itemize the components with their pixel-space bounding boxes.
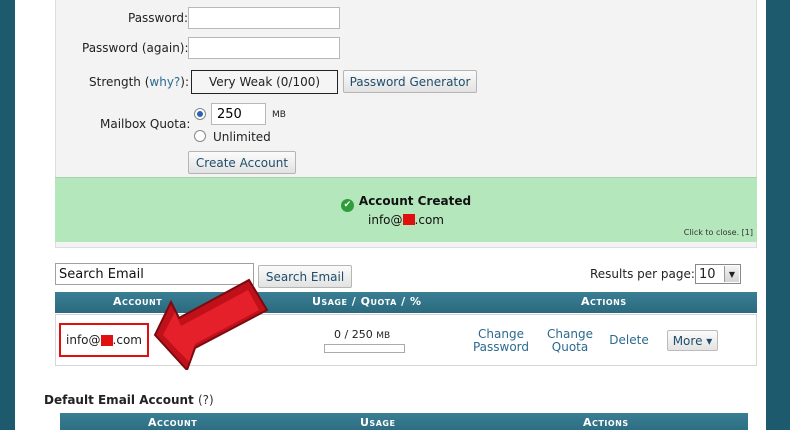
default-col-usage: Usage: [360, 416, 396, 429]
mailbox-quota-label: Mailbox Quota:: [100, 117, 191, 131]
notice-email: info@ .com: [55, 213, 757, 227]
quota-unit: MB: [272, 110, 286, 120]
quota-unlimited-radio[interactable]: [194, 130, 206, 142]
col-usage[interactable]: Usage / Quota / %: [312, 295, 421, 308]
notice-email-suffix: .com: [414, 213, 444, 227]
why-link[interactable]: why?: [149, 75, 180, 89]
create-account-button[interactable]: Create Account: [188, 151, 296, 174]
results-per-page-select[interactable]: 10 ▼: [695, 264, 741, 284]
change-password-line2: Password: [472, 340, 530, 354]
delete-link[interactable]: Delete: [609, 334, 649, 347]
usage-value: 0 / 250: [334, 328, 373, 341]
default-title-text: Default Email Account: [44, 393, 194, 407]
results-per-page-value: 10: [699, 266, 716, 282]
strength-label-text: Strength (: [89, 75, 150, 89]
password-again-label: Password (again):: [82, 41, 189, 55]
help-link[interactable]: (?): [198, 393, 214, 407]
more-button[interactable]: More ▾: [667, 330, 718, 351]
usage-unit: MB: [376, 331, 391, 341]
usage-bar: [324, 344, 405, 353]
dropdown-arrow-icon[interactable]: ▼: [724, 266, 739, 282]
default-email-account-title: Default Email Account (?): [44, 393, 214, 407]
default-col-actions: Actions: [583, 416, 629, 429]
account-email-prefix: info@: [66, 333, 101, 347]
quota-limited-radio[interactable]: [194, 108, 206, 120]
default-account-table-header: Account Usage Actions: [60, 413, 748, 430]
change-password-line1: Change: [478, 327, 524, 341]
col-actions: Actions: [581, 295, 627, 308]
change-quota-line2: Quota: [551, 340, 589, 354]
redaction-mark: [100, 334, 113, 346]
red-arrow-icon: [153, 278, 269, 370]
account-created-notice[interactable]: ✔ Account Created info@ .com Click to clos…: [55, 177, 757, 242]
usage-text: 0 / 250 MB: [334, 328, 390, 341]
password-again-field[interactable]: [188, 37, 340, 59]
change-quota-link[interactable]: Change Quota: [544, 328, 596, 354]
check-icon: ✔: [340, 199, 354, 212]
default-col-account: Account: [148, 416, 198, 429]
results-per-page-label: Results per page:: [590, 267, 695, 281]
quota-input[interactable]: [211, 103, 266, 125]
strength-meter: Very Weak (0/100): [191, 70, 338, 94]
change-password-link[interactable]: Change Password: [471, 328, 531, 354]
notice-email-prefix: info@: [368, 213, 403, 227]
unlimited-label: Unlimited: [213, 130, 271, 144]
notice-title: ✔ Account Created: [55, 194, 757, 212]
notice-title-text: Account Created: [358, 194, 472, 208]
page: Password: Password (again): Strength (wh…: [15, 0, 766, 430]
redaction-mark: [402, 214, 415, 225]
change-quota-line1: Change: [547, 327, 593, 341]
password-label: Password:: [128, 11, 189, 25]
strength-label: Strength (why?):: [89, 75, 189, 89]
strength-label-end: ):: [180, 75, 190, 89]
password-generator-button[interactable]: Password Generator: [343, 70, 477, 93]
click-to-close[interactable]: Click to close. [1]: [684, 228, 753, 237]
password-field[interactable]: [188, 7, 340, 29]
